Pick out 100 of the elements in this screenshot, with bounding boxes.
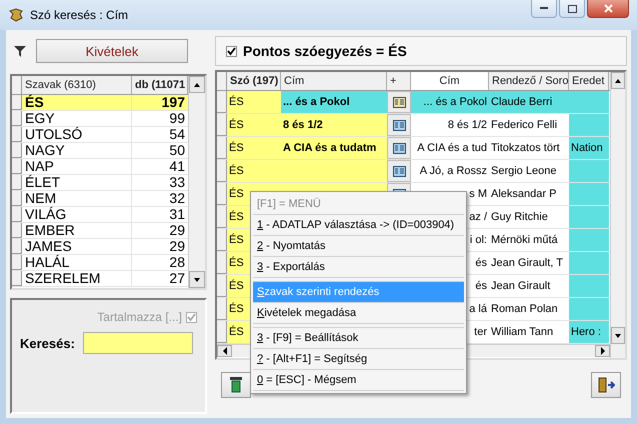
word-cell: ÉS bbox=[227, 160, 281, 182]
director-cell-text: Sergio Leone bbox=[490, 164, 558, 179]
delete-button[interactable] bbox=[221, 372, 251, 398]
card-icon[interactable] bbox=[392, 166, 406, 176]
up-arrow-icon[interactable] bbox=[193, 82, 201, 88]
window-title: Szó keresés : Cím bbox=[30, 8, 128, 22]
menu-item[interactable]: ? - [Alt+F1] = Segítség bbox=[253, 349, 464, 370]
column-header[interactable]: Cím bbox=[411, 72, 489, 90]
search-field[interactable] bbox=[82, 332, 193, 354]
count-cell-text: 27 bbox=[168, 271, 186, 286]
word-row[interactable]: HALÁL 28 bbox=[12, 255, 188, 271]
title-cell-text: ... és a Pokol bbox=[423, 95, 487, 110]
row-indicator bbox=[217, 206, 227, 228]
minimize-button[interactable] bbox=[531, 0, 557, 18]
title-cell-text: és bbox=[475, 256, 487, 271]
table-row[interactable]: ÉS ... és a Pokol ... és a Pokol Claude Berri bbox=[217, 91, 610, 114]
director-cell-text: Roman Polan bbox=[490, 302, 559, 317]
column-header[interactable]: Rendező / Soro bbox=[489, 72, 569, 90]
down-arrow-icon[interactable] bbox=[193, 276, 201, 282]
count-cell-text: 29 bbox=[168, 223, 186, 238]
menu-item[interactable]: 0 = [ESC] - Mégsem bbox=[253, 370, 464, 391]
origin-cell: Nation bbox=[569, 137, 609, 159]
count-cell-text: 28 bbox=[168, 255, 186, 270]
contains-label: Tartalmazza [...] bbox=[97, 310, 182, 324]
row-indicator bbox=[217, 160, 227, 182]
menu-item[interactable]: 1 - ADATLAP választása -> (ID=003904) bbox=[253, 215, 464, 236]
origin-cell bbox=[569, 91, 609, 113]
menu-item[interactable]: 3 - Exportálás bbox=[253, 257, 464, 278]
director-cell: Claude Berri bbox=[489, 91, 569, 113]
word-row[interactable]: NAP 41 bbox=[12, 159, 188, 175]
director-cell-text: Jean Girault, T bbox=[490, 256, 564, 271]
title-cell-text: A Jó, a Rossz bbox=[420, 164, 487, 179]
count-cell-text: 29 bbox=[168, 239, 186, 254]
column-header[interactable]: Cím bbox=[281, 72, 387, 90]
row-indicator bbox=[217, 252, 227, 274]
director-cell-text: Titokzatos tört bbox=[490, 141, 561, 156]
scrollbar[interactable] bbox=[610, 72, 625, 358]
word-cell: HALÁL bbox=[22, 255, 132, 270]
origin-cell bbox=[569, 206, 609, 228]
left-arrow-icon[interactable] bbox=[222, 347, 228, 355]
word-row[interactable]: JAMES 29 bbox=[12, 239, 188, 255]
director-cell-text: Aleksandar P bbox=[490, 187, 558, 202]
word-cell: ÉS bbox=[227, 137, 281, 159]
row-indicator bbox=[12, 159, 22, 174]
origin-cell bbox=[569, 275, 609, 297]
word-row[interactable]: EGY 99 bbox=[12, 111, 188, 127]
row-indicator bbox=[12, 143, 22, 158]
row-indicator bbox=[12, 111, 22, 126]
title-cell-text: i ol: bbox=[470, 233, 487, 248]
title-cell-text: s M bbox=[469, 187, 487, 202]
count-cell-text: 33 bbox=[168, 175, 186, 190]
count-cell-text: 54 bbox=[168, 127, 186, 142]
menu-item[interactable]: 3 - [F9] = Beállítások bbox=[253, 328, 464, 349]
table-row[interactable]: ÉS 8 és 1/2 8 és 1/2 Federico Felli bbox=[217, 114, 610, 137]
menu-item[interactable]: Kivételek megadása bbox=[253, 303, 464, 324]
word-row[interactable]: EMBER 29 bbox=[12, 223, 188, 239]
director-cell-text: William Tann bbox=[490, 325, 554, 340]
word-cell: UTOLSÓ bbox=[22, 127, 132, 142]
word-row[interactable]: NAGY 50 bbox=[12, 143, 188, 159]
count-cell-text: 99 bbox=[168, 111, 186, 126]
down-arrow-icon[interactable] bbox=[614, 332, 622, 338]
count-cell-text: 32 bbox=[168, 191, 186, 206]
column-header[interactable]: Szavak (6310) bbox=[22, 76, 132, 94]
maximize-button[interactable] bbox=[559, 0, 585, 18]
word-cell: ÉLET bbox=[22, 175, 132, 190]
close-button[interactable] bbox=[587, 0, 629, 18]
title-cell-text: és bbox=[475, 279, 487, 294]
count-cell-text: 31 bbox=[168, 207, 186, 222]
count-cell-text: 41 bbox=[168, 159, 186, 174]
title-cell: ... és a Pokol bbox=[281, 91, 387, 113]
word-row[interactable]: NEM 32 bbox=[12, 191, 188, 207]
card-icon[interactable] bbox=[392, 142, 406, 154]
row-indicator bbox=[217, 229, 227, 251]
exit-button[interactable] bbox=[591, 372, 621, 398]
word-row[interactable]: UTOLSÓ 54 bbox=[12, 127, 188, 143]
card-icon[interactable] bbox=[392, 96, 406, 108]
filter-icon[interactable] bbox=[14, 46, 26, 56]
checkbox[interactable] bbox=[226, 46, 237, 56]
title-cell-text: az / bbox=[469, 210, 487, 225]
right-arrow-icon[interactable] bbox=[600, 347, 606, 355]
word-row[interactable]: SZERELEM 27 bbox=[12, 271, 188, 287]
table-row[interactable]: ÉS A Jó, a Rossz Sergio Leone bbox=[217, 160, 610, 183]
word-cell: NEM bbox=[22, 191, 132, 206]
table-row[interactable]: ÉS A CIA és a tudatm A CIA és a tud Titokzatos tört Nation bbox=[217, 137, 610, 160]
scrollbar[interactable] bbox=[188, 76, 205, 288]
card-icon[interactable] bbox=[392, 120, 406, 130]
word-row[interactable]: VILÁG 31 bbox=[12, 207, 188, 223]
origin-cell bbox=[569, 114, 609, 136]
column-header[interactable]: Szó (197) bbox=[227, 72, 281, 90]
menu-item[interactable]: 2 - Nyomtatás bbox=[253, 236, 464, 257]
column-header[interactable]: Eredet bbox=[569, 72, 609, 90]
word-row[interactable]: ÉS 197 bbox=[12, 95, 188, 111]
exceptions-button[interactable]: Kivételek bbox=[36, 39, 188, 63]
maximize-icon bbox=[568, 4, 576, 12]
menu-header: [F1] = MENÜ bbox=[253, 194, 464, 215]
word-cell: EGY bbox=[22, 111, 132, 126]
word-row[interactable]: ÉLET 33 bbox=[12, 175, 188, 191]
word-cell: ÉS bbox=[22, 95, 132, 110]
word-cell: VILÁG bbox=[22, 207, 132, 222]
up-arrow-icon[interactable] bbox=[614, 78, 622, 84]
